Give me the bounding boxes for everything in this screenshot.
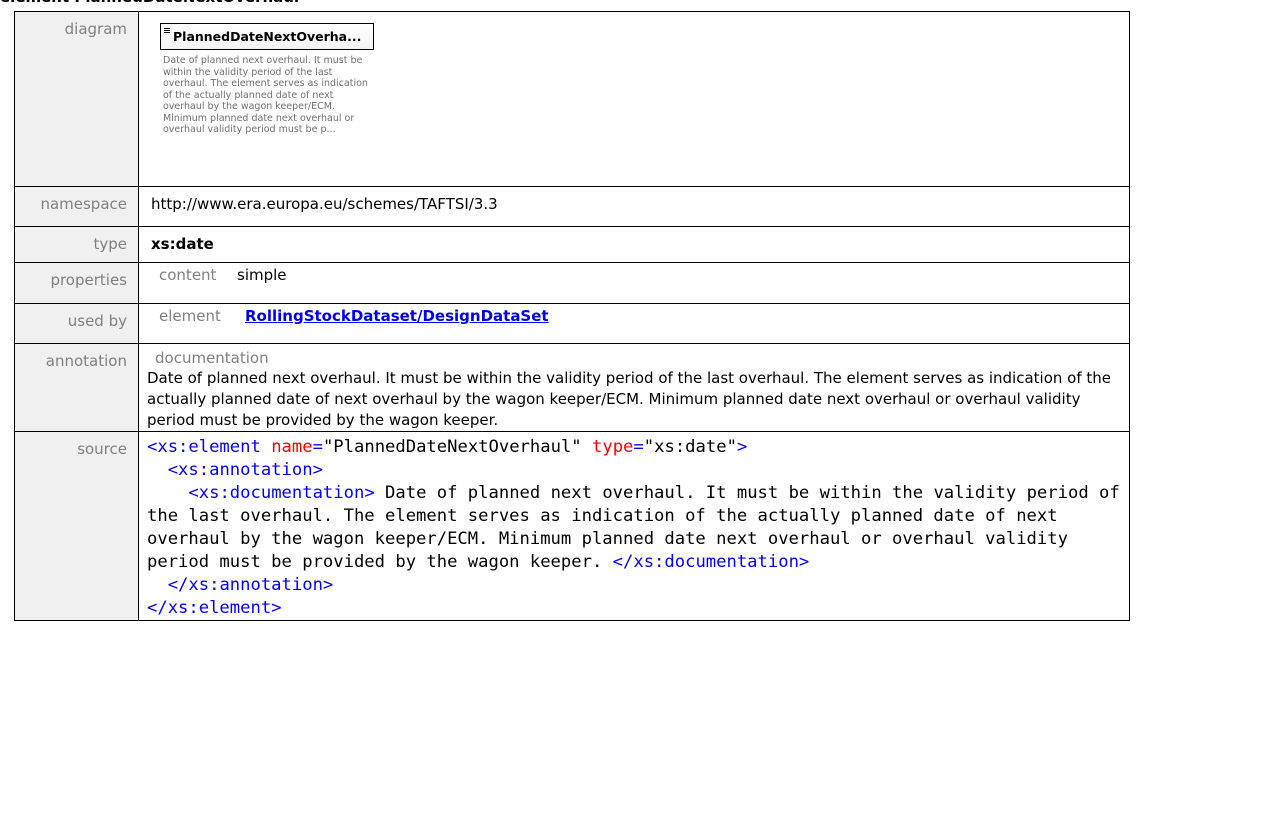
source-tag: >	[736, 437, 748, 457]
row-annotation: annotation documentation Date of planned…	[14, 343, 1130, 432]
label-properties: properties	[14, 262, 139, 304]
source-tag: </xs:documentation>	[612, 552, 810, 572]
source-tag: <xs:annotation>	[167, 460, 323, 480]
page-heading: element PlannedDateNextOverhaul	[0, 0, 299, 8]
type-value: xs:date	[138, 226, 1130, 263]
row-used-by: used by element RollingStockDataset/Desi…	[14, 303, 1130, 344]
documentation-text: Date of planned next overhaul. It must b…	[147, 369, 1111, 429]
source-attr-name: name	[271, 437, 313, 457]
source-attr-value: "xs:date"	[643, 437, 737, 457]
property-value: simple	[237, 266, 287, 284]
source-cell: <xs:element name="PlannedDateNextOverhau…	[138, 431, 1131, 621]
used-by-kind: element	[159, 307, 221, 325]
property-key: content	[159, 266, 217, 284]
row-namespace: namespace http://www.era.europa.eu/schem…	[14, 186, 1130, 227]
row-type: type xs:date	[14, 226, 1130, 263]
element-lines-icon	[164, 28, 170, 34]
source-attr-name: type	[592, 437, 634, 457]
row-source: source <xs:element name="PlannedDateNext…	[14, 431, 1131, 621]
diagram-cell: PlannedDateNextOverha... Date of planned…	[138, 11, 1130, 187]
source-tag: </xs:annotation>	[167, 575, 334, 595]
label-diagram: diagram	[14, 11, 139, 187]
label-source: source	[14, 431, 139, 621]
label-namespace: namespace	[14, 186, 139, 227]
used-by-cell: element RollingStockDataset/DesignDataSe…	[138, 303, 1130, 344]
label-type: type	[14, 226, 139, 263]
documentation-heading: documentation	[155, 349, 269, 367]
source-attr-value: "PlannedDateNextOverhaul"	[322, 437, 582, 457]
diagram-description: Date of planned next overhaul. It must b…	[163, 55, 368, 135]
source-tag: </xs:element>	[147, 598, 282, 618]
diagram-element-title: PlannedDateNextOverha...	[173, 29, 362, 44]
used-by-link[interactable]: RollingStockDataset/DesignDataSet	[245, 307, 549, 325]
label-used-by: used by	[14, 303, 139, 344]
source-code: <xs:element name="PlannedDateNextOverhau…	[147, 437, 1131, 618]
diagram-element-box[interactable]: PlannedDateNextOverha...	[160, 23, 374, 50]
annotation-cell: documentation Date of planned next overh…	[138, 343, 1130, 432]
element-doc-table: diagram PlannedDateNextOverha... Date of…	[14, 11, 1130, 621]
source-tag: <xs:element	[147, 437, 261, 457]
label-annotation: annotation	[14, 343, 139, 432]
row-properties: properties content simple	[14, 262, 1130, 304]
namespace-value: http://www.era.europa.eu/schemes/TAFTSI/…	[138, 186, 1130, 227]
source-tag: <xs:documentation>	[188, 483, 375, 503]
properties-cell: content simple	[138, 262, 1130, 304]
row-diagram: diagram PlannedDateNextOverha... Date of…	[14, 11, 1130, 187]
